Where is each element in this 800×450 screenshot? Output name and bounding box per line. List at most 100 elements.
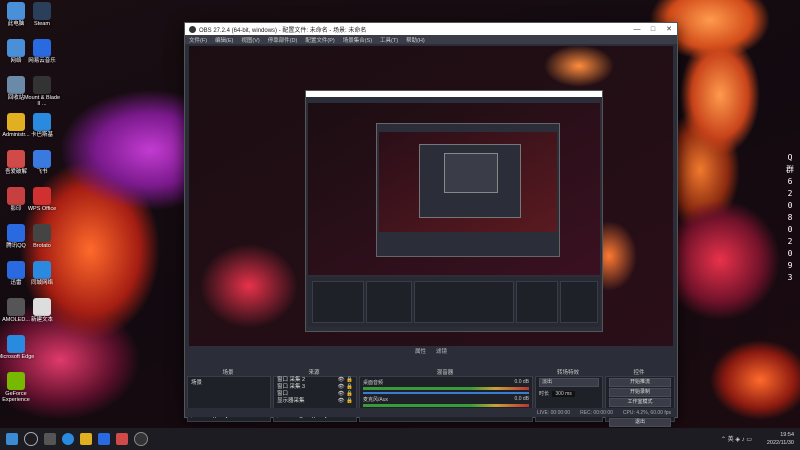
search-icon[interactable]: [24, 432, 38, 446]
desktop-text-char: 2: [787, 237, 793, 246]
volume-slider[interactable]: [363, 392, 529, 394]
menu-item[interactable]: 配置文件(P): [305, 36, 334, 44]
desktop-icon[interactable]: 同城网络: [22, 261, 62, 286]
desktop-icon[interactable]: 新建文本: [22, 298, 62, 323]
mixer-channel: 桌面音频 0.0 dB: [363, 379, 529, 394]
start-icon[interactable]: [6, 433, 18, 445]
edge-icon[interactable]: [62, 433, 74, 445]
app-icon: [33, 261, 51, 279]
menu-item[interactable]: 停靠部件(D): [268, 36, 298, 44]
mixer-channel-name: 麦克风/Aux: [363, 397, 389, 403]
desktop-icon[interactable]: Microsoft Edge: [0, 335, 36, 360]
desktop-icon[interactable]: Mount & Blade II ...: [22, 76, 62, 107]
task-view-icon[interactable]: [44, 433, 56, 445]
file-explorer-icon[interactable]: [80, 433, 92, 445]
desktop-icon[interactable]: 飞书: [22, 150, 62, 175]
source-label: 窗口 采集 3: [277, 384, 306, 390]
control-button[interactable]: 工作室模式: [609, 398, 671, 407]
nested-obs-window-2: [376, 123, 560, 257]
source-label: 窗口 采集 2: [277, 377, 306, 383]
visibility-lock-icon[interactable]: 👁 🔒: [338, 398, 353, 405]
transitions-dock-title: 转场特效: [556, 370, 579, 376]
desktop-icon-label: GeForce Experience: [2, 391, 30, 403]
source-item[interactable]: 窗口 👁 🔒: [274, 391, 356, 398]
visibility-lock-icon[interactable]: 👁 🔒: [338, 391, 353, 398]
close-icon[interactable]: ✕: [661, 25, 677, 33]
control-button[interactable]: 开始录制: [609, 388, 671, 397]
maximize-icon[interactable]: □: [645, 26, 661, 33]
desktop-text-char: 2: [787, 189, 793, 198]
desktop-qq-group-text-2: Q群 6 2 0 8 0 2 0 9 3: [786, 152, 794, 284]
tray-icons[interactable]: ⌃ 英 ◈ ♪ ▭: [721, 434, 752, 443]
mixer-dock-title: 混音器: [436, 370, 454, 376]
ime-indicator[interactable]: 英: [728, 437, 734, 443]
menu-item[interactable]: 工具(T): [380, 36, 398, 44]
source-item[interactable]: 显示器采集 👁 🔒: [274, 398, 356, 405]
desktop-icon-label: 同城网络: [30, 280, 53, 286]
nested-obs-window-3: [419, 144, 521, 218]
source-item[interactable]: 窗口 采集 2 👁 🔒: [274, 377, 356, 384]
obs-window[interactable]: OBS 27.2.4 (64-bit, windows) - 配置文件: 未命名…: [184, 22, 678, 427]
app-icon: [33, 298, 51, 316]
desktop-icon-label: 网易云音乐: [28, 58, 56, 64]
clock[interactable]: 19:54 2022/11/30: [767, 431, 794, 447]
transition-select[interactable]: 淡出: [539, 378, 599, 387]
visibility-lock-icon[interactable]: 👁 🔒: [338, 384, 353, 391]
window-title: OBS 27.2.4 (64-bit, windows) - 配置文件: 未命名…: [199, 27, 367, 34]
status-item: CPU: 4.2%, 60.00 fps: [622, 409, 671, 416]
menu-item[interactable]: 帮助(H): [406, 36, 425, 44]
desktop-text-char: 群: [786, 165, 794, 174]
preview-toolbar: 属性 滤镜: [185, 346, 677, 356]
menu-item[interactable]: 编辑(E): [215, 36, 233, 44]
status-bar: LIVE: 00:00:00 REC: 00:00:00 CPU: 4.2%, 60…: [185, 408, 677, 417]
app-icon: [33, 39, 51, 57]
menu-item[interactable]: 场景集合(S): [343, 36, 372, 44]
desktop-icon[interactable]: WPS Office: [22, 187, 62, 212]
desktop-icon[interactable]: 网易云音乐: [22, 39, 62, 64]
preview-canvas[interactable]: [189, 46, 673, 346]
desktop-icon-label: 新建文本: [30, 317, 53, 323]
app-icon: [33, 76, 51, 94]
taskbar: ⌃ 英 ◈ ♪ ▭ 19:54 2022/11/30: [0, 428, 800, 450]
menu-item[interactable]: 视图(V): [241, 36, 259, 44]
status-item: REC: 00:00:00: [580, 409, 613, 416]
minimize-icon[interactable]: —: [629, 26, 645, 33]
nested-obs-window-4: [444, 153, 498, 193]
desktop-text-char: 9: [787, 261, 793, 270]
app-icon[interactable]: [116, 433, 128, 445]
scene-item[interactable]: 场景: [188, 377, 270, 387]
visibility-lock-icon[interactable]: 👁 🔒: [338, 377, 353, 384]
desktop-icon-label: 飞书: [36, 169, 48, 175]
filters-button[interactable]: 滤镜: [436, 347, 447, 355]
desktop-text-char: 6: [787, 177, 793, 186]
sources-dock-title: 来源: [308, 370, 320, 376]
obs-taskbar-icon[interactable]: [134, 432, 148, 446]
properties-button[interactable]: 属性: [415, 347, 426, 355]
control-button[interactable]: 退出: [609, 418, 671, 427]
desktop-text-char: 8: [787, 213, 793, 222]
app-icon: [7, 372, 25, 390]
transition-duration-input[interactable]: 300 ms: [552, 391, 575, 397]
desktop-icon-label: Brotato: [33, 243, 51, 249]
desktop-icon[interactable]: Brotato: [22, 224, 62, 249]
source-item[interactable]: 窗口 采集 3 👁 🔒: [274, 384, 356, 391]
control-button[interactable]: 开始推流: [609, 378, 671, 387]
store-icon[interactable]: [98, 433, 110, 445]
app-icon: [33, 150, 51, 168]
status-item: LIVE: 00:00:00: [537, 409, 571, 416]
obs-titlebar[interactable]: OBS 27.2.4 (64-bit, windows) - 配置文件: 未命名…: [185, 23, 677, 35]
desktop-icon-label: Mount & Blade II ...: [23, 95, 61, 107]
desktop-icon[interactable]: GeForce Experience: [0, 372, 36, 403]
desktop-text-char: 0: [787, 225, 793, 234]
nested-docks: [308, 277, 600, 327]
menu-item[interactable]: 文件(F): [189, 36, 207, 44]
volume-meter: [363, 404, 529, 407]
desktop-icon[interactable]: Steam: [22, 2, 62, 27]
desktop-text-char: 3: [787, 273, 793, 282]
obs-app-icon: [189, 25, 196, 33]
nested-obs-window: [305, 90, 603, 332]
clock-time: 19:54: [780, 432, 794, 438]
source-label: 显示器采集: [277, 398, 305, 404]
desktop-icon[interactable]: 卡巴斯基: [22, 113, 62, 138]
menubar: 文件(F) 编辑(E) 视图(V) 停靠部件(D) 配置文件(P) 场景集合(S) 工具(T…: [185, 35, 677, 44]
